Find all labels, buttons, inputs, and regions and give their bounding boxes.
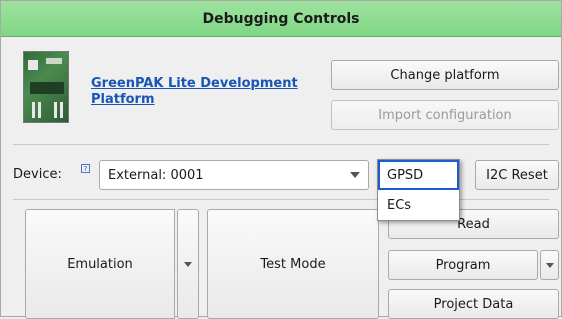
help-icon[interactable]: ? <box>81 164 90 173</box>
device-select[interactable]: External: 0001 <box>99 160 369 190</box>
program-button[interactable]: Program <box>388 250 538 280</box>
chevron-down-icon <box>545 262 554 268</box>
chevron-down-icon <box>350 172 360 178</box>
platform-board-image <box>23 51 69 123</box>
device-type-popup-menu: GPSD ECs <box>377 159 460 221</box>
menu-item-ecs[interactable]: ECs <box>378 190 459 220</box>
program-dropdown-button[interactable] <box>540 250 559 280</box>
import-configuration-button[interactable]: Import configuration <box>331 100 559 130</box>
panel-title: Debugging Controls <box>1 1 561 37</box>
emulation-button[interactable]: Emulation <box>25 209 175 319</box>
i2c-reset-button[interactable]: I2C Reset <box>475 160 559 190</box>
project-data-button[interactable]: Project Data <box>388 289 559 319</box>
change-platform-button[interactable]: Change platform <box>331 60 559 90</box>
separator <box>13 199 549 200</box>
device-label: Device: <box>13 167 62 182</box>
emulation-dropdown-button[interactable] <box>177 209 199 319</box>
device-select-value: External: 0001 <box>108 167 204 183</box>
test-mode-button[interactable]: Test Mode <box>207 209 379 319</box>
platform-link[interactable]: GreenPAK Lite Development Platform <box>91 76 321 108</box>
menu-item-gpsd[interactable]: GPSD <box>378 160 459 190</box>
debugging-controls-panel: Debugging Controls GreenPAK Lite Develop… <box>0 0 562 319</box>
chevron-down-icon <box>184 261 192 267</box>
separator <box>13 144 549 145</box>
